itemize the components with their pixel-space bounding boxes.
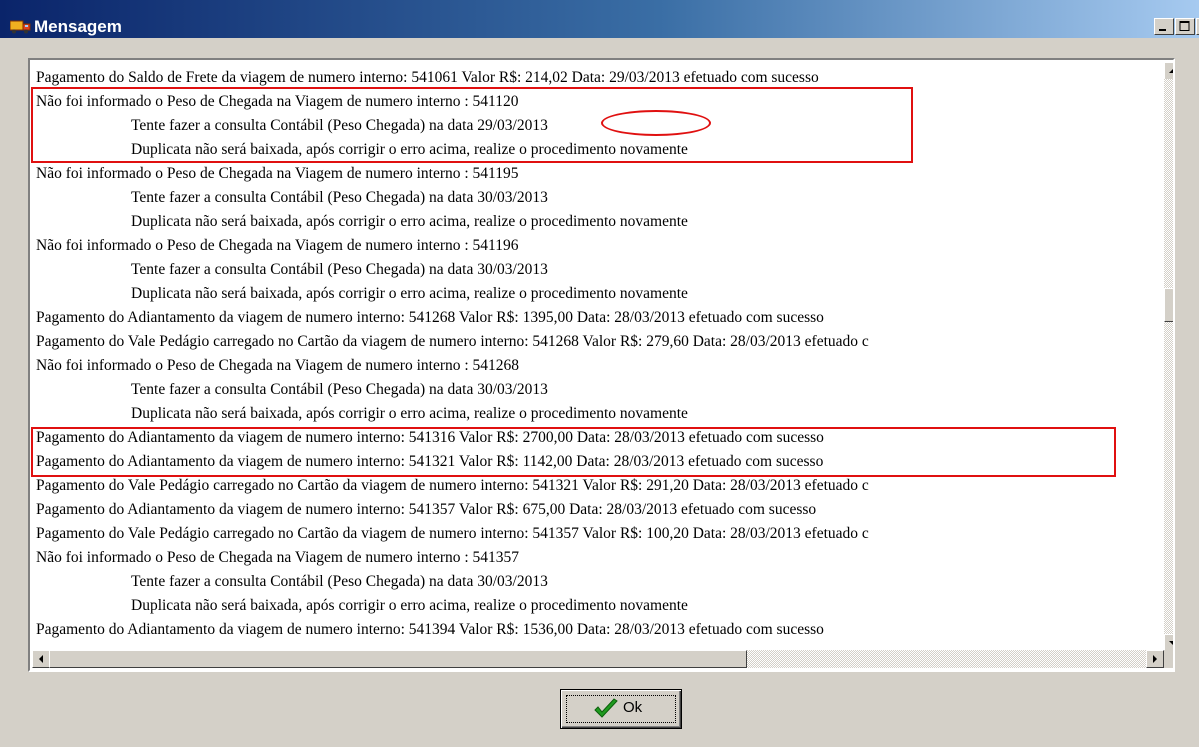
minimize-button[interactable] [1154, 18, 1174, 35]
list-item[interactable]: Duplicata não será baixada, após corrigi… [131, 210, 688, 234]
list-item[interactable]: Pagamento do Vale Pedágio carregado no C… [36, 522, 869, 546]
list-item[interactable]: Duplicata não será baixada, após corrigi… [131, 594, 688, 618]
horizontal-scroll-thumb[interactable] [49, 650, 747, 668]
arrow-down-icon [1169, 641, 1173, 645]
arrow-right-icon [1153, 655, 1157, 663]
list-item[interactable]: Pagamento do Adiantamento da viagem de n… [36, 306, 824, 330]
list-item[interactable]: Pagamento do Vale Pedágio carregado no C… [36, 330, 869, 354]
list-item[interactable]: Pagamento do Vale Pedágio carregado no C… [36, 474, 869, 498]
list-item[interactable]: Não foi informado o Peso de Chegada na V… [36, 546, 519, 570]
message-list[interactable]: Pagamento do Saldo de Frete da viagem de… [28, 58, 1175, 672]
app-truck-icon [10, 20, 31, 34]
list-item[interactable]: Não foi informado o Peso de Chegada na V… [36, 162, 518, 186]
vertical-scroll-thumb[interactable] [1164, 288, 1173, 322]
list-item[interactable]: Tente fazer a consulta Contábil (Peso Ch… [131, 570, 548, 594]
ok-button[interactable]: Ok [560, 689, 682, 729]
list-item[interactable]: Pagamento do Adiantamento da viagem de n… [36, 618, 824, 642]
list-item[interactable]: Pagamento do Saldo de Frete da viagem de… [36, 66, 819, 90]
list-item[interactable]: Pagamento do Adiantamento da viagem de n… [36, 498, 816, 522]
minimize-icon [1159, 29, 1166, 31]
horizontal-scrollbar[interactable] [32, 650, 1164, 668]
arrow-left-icon [39, 655, 43, 663]
scroll-right-button[interactable] [1146, 650, 1164, 668]
maximize-button[interactable] [1175, 18, 1195, 35]
list-item[interactable]: Duplicata não será baixada, após corrigi… [131, 282, 688, 306]
list-item[interactable]: Não foi informado o Peso de Chegada na V… [36, 354, 519, 378]
scroll-left-button[interactable] [32, 650, 50, 668]
scroll-up-button[interactable] [1164, 62, 1173, 80]
title-bar[interactable]: Mensagem [0, 0, 1199, 38]
scrollbar-corner [1164, 650, 1173, 668]
window-title: Mensagem [34, 17, 122, 36]
list-item[interactable]: Tente fazer a consulta Contábil (Peso Ch… [131, 114, 548, 138]
list-item[interactable]: Pagamento do Adiantamento da viagem de n… [36, 426, 824, 450]
list-item[interactable]: Tente fazer a consulta Contábil (Peso Ch… [131, 378, 548, 402]
message-dialog: Mensagem Pagamento do Saldo de Frete da … [0, 0, 1199, 747]
list-item[interactable]: Tente fazer a consulta Contábil (Peso Ch… [131, 186, 548, 210]
list-item[interactable]: Não foi informado o Peso de Chegada na V… [36, 234, 518, 258]
ok-label: Ok [623, 699, 643, 716]
list-item[interactable]: Duplicata não será baixada, após corrigi… [131, 138, 688, 162]
arrow-up-icon [1169, 69, 1173, 73]
message-list-content: Pagamento do Saldo de Frete da viagem de… [36, 66, 1161, 646]
checkmark-icon [594, 698, 618, 718]
maximize-icon [1179, 21, 1190, 31]
list-item[interactable]: Duplicata não será baixada, após corrigi… [131, 402, 688, 426]
vertical-scroll-track[interactable] [1164, 79, 1173, 635]
list-item[interactable]: Não foi informado o Peso de Chegada na V… [36, 90, 518, 114]
focus-rectangle [566, 695, 676, 723]
vertical-scrollbar[interactable] [1164, 62, 1173, 652]
list-item[interactable]: Tente fazer a consulta Contábil (Peso Ch… [131, 258, 548, 282]
list-item[interactable]: Pagamento do Adiantamento da viagem de n… [36, 450, 823, 474]
